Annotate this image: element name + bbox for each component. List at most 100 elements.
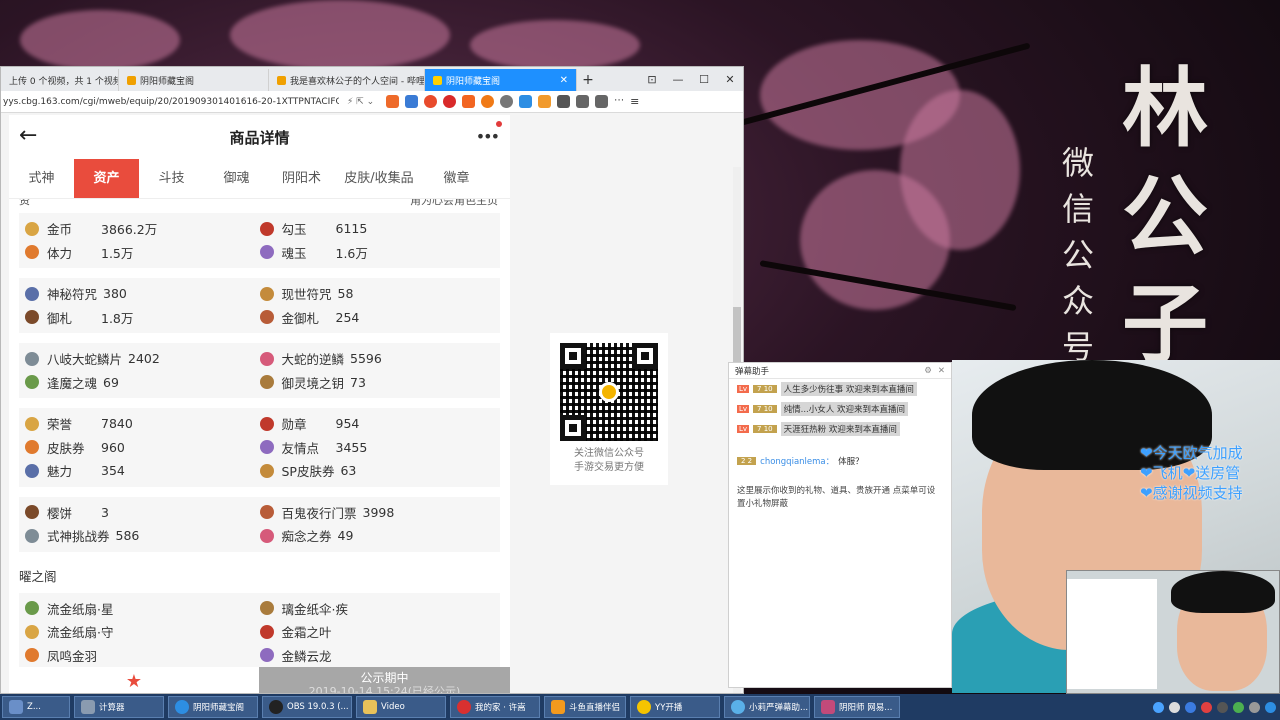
tab-skins[interactable]: 皮肤/收集品 [334,159,424,198]
tray-icon[interactable] [1265,701,1276,713]
music-icon [457,700,471,714]
welcome-line: Lv 7 10 人生多少伤往事 欢迎来到本直播间 [729,379,951,399]
sp-skin-ticket-icon [259,463,274,478]
tray-icon[interactable] [1249,701,1260,713]
asset-row: 魅力 354 SP皮肤券 63 [25,459,494,483]
tray-icon[interactable] [1153,701,1164,713]
orochi-reverse-scale-icon [259,351,274,366]
taskbar-item[interactable]: 我的家 · 许嵩 [450,696,540,718]
taskbar-item[interactable]: 阴阳师 网易... [814,696,900,718]
tab-pvp[interactable]: 斗技 [139,159,204,198]
taskbar-item[interactable]: 计算器 [74,696,164,718]
tool-icon[interactable] [462,95,476,108]
tray-icon[interactable] [1217,701,1228,713]
browser-tab[interactable]: 上传 0 个视频，共 1 个视频 - 哔哩哔哩 [1,69,119,91]
maximize-icon[interactable]: ☐ [691,69,717,91]
taskbar-item[interactable]: 小莉严弹幕助... [724,696,810,718]
minimize-icon[interactable]: — [665,69,691,91]
asset-label: 金御札 [281,310,320,326]
welcome-text: 纯情...小女人 欢迎来到本直播间 [780,402,908,416]
asset-label: 现世符咒 [281,287,332,303]
coin-icon [25,221,39,236]
asset-label: 金币 [47,222,73,238]
fan-guard-icon [25,624,39,639]
close-icon[interactable]: ✕ [938,366,945,376]
clipped-link[interactable]: 角为心会角色主页 [410,199,498,208]
close-tab-icon[interactable]: ✕ [560,75,568,86]
cut-icon[interactable] [576,95,590,108]
favorite-star-icon[interactable]: ★ [9,667,259,693]
browser-window: 上传 0 个视频，共 1 个视频 - 哔哩哔哩 阴阳师藏宝阁 我是喜欢林公子的个… [0,66,744,694]
asset-value: 954 [335,416,360,432]
calligraphy-title: 林公子 [1122,58,1208,375]
taskbar-item[interactable]: Z... [2,696,70,718]
asset-label: 式神挑战券 [47,529,110,545]
screenshot-icon[interactable] [519,95,533,108]
notice-subtitle: 2019-10-14 15:24(已经公示) [308,685,461,693]
browser-tab[interactable]: 我是喜欢林公子的个人空间 - 哔哩 [269,69,425,91]
taskbar-label: OBS 19.0.3 (... [287,702,349,712]
page-content: ← 商品详情 ••• 式神 资产 斗技 御魂 阴阳术 皮肤/收集品 徽章 资 角… [1,115,743,693]
close-window-icon[interactable]: ✕ [717,69,743,91]
download-icon[interactable] [557,95,571,108]
browser-tab-active[interactable]: 阴阳师藏宝阁 ✕ [425,69,577,91]
tab-label: 上传 0 个视频，共 1 个视频 - 哔哩哔哩 [9,76,118,87]
medal-icon [259,416,274,431]
taskbar-item[interactable]: 斗鱼直播伴侣 [544,696,626,718]
category-tabs: 式神 资产 斗技 御魂 阴阳术 皮肤/收集品 徽章 [9,159,510,199]
asset-value: 3 [101,504,109,520]
asset-groups: 金币 3866.2万 勾玉 6115 体力 1.5万 魂玉 1.6万 神秘符咒 380 现世符咒 58… [9,213,510,681]
tab-badges[interactable]: 徽章 [424,159,489,198]
game-icon[interactable] [386,95,400,108]
chat-username[interactable]: chongqianlema： [760,455,834,467]
asset-label: 八岐大蛇鳞片 [47,352,123,368]
adblock-icon[interactable] [443,95,457,108]
tray-icon[interactable] [1201,701,1212,713]
tray-icon[interactable] [1233,701,1244,713]
asset-item: 凤鸣金羽 [25,646,260,665]
collection-group: 流金纸扇·星 璃金纸伞·疾 流金纸扇·守 金霜之叶 凤鸣金羽 金鳞云龙 [19,592,500,671]
tab-shikigami[interactable]: 式神 [9,159,74,198]
taskbar-label: YY开播 [655,703,683,713]
extension2-icon[interactable] [538,95,552,108]
tab-mitama[interactable]: 御魂 [204,159,269,198]
hand-icon[interactable] [481,95,495,108]
taskbar-item[interactable]: OBS 19.0.3 (... [262,696,352,718]
back-arrow-icon[interactable]: ← [19,123,37,148]
taskbar-item[interactable]: 阴阳师藏宝阁 [168,696,258,718]
present-amulet-icon [259,286,274,301]
asset-value: 1.6万 [335,245,368,261]
extension-icon[interactable] [424,95,438,108]
asset-label: 流金纸扇·星 [47,601,114,617]
taskbar-item[interactable]: Video [356,696,446,718]
more-icon[interactable]: ••• [476,121,502,146]
page-header: ← 商品详情 ••• [9,115,510,159]
tray-icon[interactable] [1185,701,1196,713]
undo-icon[interactable] [595,95,609,108]
new-tab-button[interactable]: + [577,69,599,91]
url-field[interactable]: yys.cbg.163.com/cgi/mweb/equip/20/201909… [3,97,339,107]
translate-icon[interactable] [405,95,419,108]
tab-assets[interactable]: 资产 [74,159,139,198]
asset-group: 金币 3866.2万 勾玉 6115 体力 1.5万 魂玉 1.6万 [19,213,500,268]
clipped-section-label: 资 [19,199,30,207]
system-tray [1153,701,1280,713]
obs-icon [269,700,283,714]
asset-item: 魂玉 1.6万 [259,243,495,262]
tab-list-icon[interactable]: ⊡ [639,69,665,91]
asset-label: 樱饼 [47,505,73,521]
browser-tab[interactable]: 阴阳师藏宝阁 [119,69,269,91]
taskbar-item[interactable]: YY开播 [630,696,720,718]
fan-star-icon [25,601,39,616]
collection-row: 流金纸扇·守 金霜之叶 [25,620,494,644]
asset-value: 3866.2万 [101,222,158,238]
night-mode-icon[interactable] [500,95,514,108]
tray-icon[interactable] [1169,701,1180,713]
menu-icon[interactable]: ≡ [630,95,639,108]
more-icon[interactable]: ⋯ [614,95,624,108]
tab-onmyoji-skills[interactable]: 阴阳术 [269,159,334,198]
lightning-icon[interactable]: ⚡ ⇱ ⌄ [347,97,374,107]
asset-item: 式神挑战券 586 [25,526,260,545]
mystery-amulet-icon [25,286,39,301]
settings-icon[interactable]: ⚙ [924,366,932,376]
